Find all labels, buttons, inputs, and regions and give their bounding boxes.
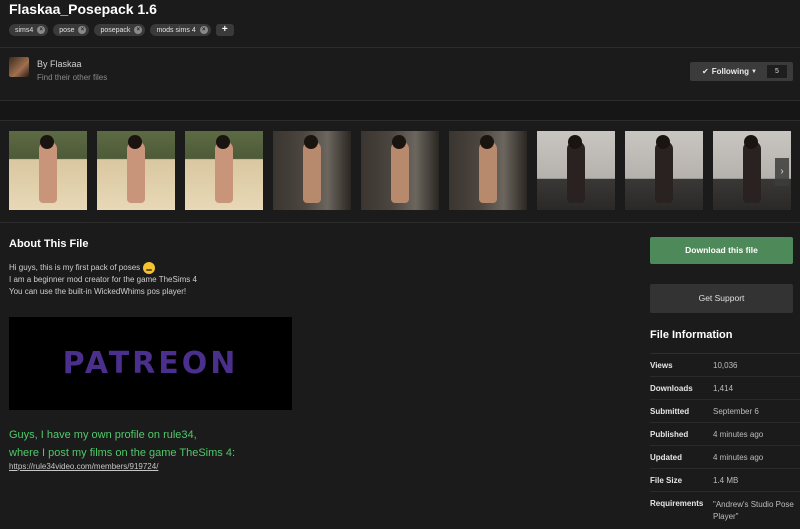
info-label: Published xyxy=(650,429,689,439)
tag-pose[interactable]: pose × xyxy=(53,24,90,36)
description-line: I am a beginner mod creator for the game… xyxy=(9,275,197,285)
screenshot-gallery xyxy=(9,131,800,210)
info-label: Requirements xyxy=(650,499,704,508)
figure-shape xyxy=(655,141,673,203)
gallery-thumbnail[interactable] xyxy=(537,131,615,210)
info-value: September 6 xyxy=(713,406,759,416)
gallery-next-button[interactable]: › xyxy=(775,158,789,186)
download-button[interactable]: Download this file xyxy=(650,237,793,264)
page-title: Flaskaa_Posepack 1.6 xyxy=(9,1,157,17)
check-icon: ✔ xyxy=(702,67,709,76)
info-value: 10,036 xyxy=(713,360,738,370)
figure-shape xyxy=(743,141,761,203)
file-info-table: Views 10,036 Downloads 1,414 Submitted Sept… xyxy=(650,353,800,529)
remove-tag-icon[interactable]: × xyxy=(37,26,46,34)
section-band xyxy=(0,100,800,120)
file-info-heading: File Information xyxy=(650,329,733,341)
info-label: File Size xyxy=(650,475,683,485)
remove-tag-icon[interactable]: × xyxy=(134,26,143,34)
profile-link[interactable]: https://rule34video.com/members/919724/ xyxy=(9,462,158,471)
info-row-requirements: Requirements "Andrew's Studio Pose Player… xyxy=(650,491,800,529)
tag-posepack[interactable]: posepack × xyxy=(94,24,146,36)
figure-shape xyxy=(479,141,497,203)
info-label: Submitted xyxy=(650,406,690,416)
tag-label: posepack xyxy=(100,26,131,34)
info-row-file-size: File Size 1.4 MB xyxy=(650,468,800,491)
figure-head xyxy=(744,135,758,149)
figure-shape xyxy=(39,141,57,203)
info-value[interactable]: "Andrew's Studio Pose Player" xyxy=(713,499,795,523)
figure-head xyxy=(568,135,582,149)
divider xyxy=(0,100,800,101)
avatar[interactable] xyxy=(9,57,29,77)
info-row-views: Views 10,036 xyxy=(650,353,800,376)
info-value: 1.4 MB xyxy=(713,475,739,485)
description-line: Hi guys, this is my first pack of poses xyxy=(9,263,141,273)
add-tag-button[interactable]: + xyxy=(215,24,234,36)
figure-shape xyxy=(567,141,585,203)
gallery-thumbnail[interactable] xyxy=(449,131,527,210)
patreon-logo-text: PATREON xyxy=(62,346,239,381)
tag-label: mods sims 4 xyxy=(156,26,196,34)
figure-shape xyxy=(303,141,321,203)
divider xyxy=(0,47,800,48)
figure-shape xyxy=(391,141,409,203)
figure-head xyxy=(480,135,494,149)
gallery-thumbnail[interactable] xyxy=(9,131,87,210)
author-name[interactable]: By Flaskaa xyxy=(37,59,107,69)
gallery-thumbnail[interactable] xyxy=(97,131,175,210)
figure-head xyxy=(216,135,230,149)
info-row-downloads: Downloads 1,414 xyxy=(650,376,800,399)
figure-shape xyxy=(215,141,233,203)
figure-head xyxy=(656,135,670,149)
info-label: Updated xyxy=(650,452,682,462)
tag-list: sims4 × pose × posepack × mods sims 4 × + xyxy=(9,24,234,36)
description: Hi guys, this is my first pack of poses … xyxy=(9,262,197,298)
patreon-banner[interactable]: PATREON xyxy=(9,317,292,410)
tag-label: pose xyxy=(59,26,75,34)
smirk-emoji-icon xyxy=(143,262,156,274)
divider xyxy=(0,222,800,223)
figure-head xyxy=(40,135,54,149)
remove-tag-icon[interactable]: × xyxy=(199,26,208,34)
description-line: You can use the built-in WickedWhims pos… xyxy=(9,287,187,297)
remove-tag-icon[interactable]: × xyxy=(78,26,87,34)
gallery-thumbnail[interactable] xyxy=(361,131,439,210)
chevron-down-icon: ▼ xyxy=(751,68,757,75)
divider xyxy=(0,120,800,121)
author-other-files-link[interactable]: Find their other files xyxy=(37,73,107,82)
follow-button[interactable]: ✔ Following ▼ 5 xyxy=(690,62,793,81)
tag-sims4[interactable]: sims4 × xyxy=(9,24,49,36)
figure-head xyxy=(392,135,406,149)
info-row-updated: Updated 4 minutes ago xyxy=(650,445,800,468)
info-label: Downloads xyxy=(650,383,693,393)
info-value: 4 minutes ago xyxy=(713,429,764,439)
gallery-thumbnail[interactable] xyxy=(185,131,263,210)
tag-mods-sims-4[interactable]: mods sims 4 × xyxy=(150,24,211,36)
about-heading: About This File xyxy=(9,238,89,250)
gallery-thumbnail[interactable] xyxy=(625,131,703,210)
profile-note: Guys, I have my own profile on rule34, w… xyxy=(9,426,235,462)
follower-count: 5 xyxy=(767,65,787,78)
author-block: By Flaskaa Find their other files xyxy=(9,57,107,82)
info-row-published: Published 4 minutes ago xyxy=(650,422,800,445)
info-value: 4 minutes ago xyxy=(713,452,764,462)
info-label: Views xyxy=(650,360,673,370)
get-support-button[interactable]: Get Support xyxy=(650,284,793,313)
note-line: where I post my films on the game TheSim… xyxy=(9,447,235,459)
info-row-submitted: Submitted September 6 xyxy=(650,399,800,422)
figure-head xyxy=(128,135,142,149)
follow-label: Following xyxy=(711,67,750,76)
figure-shape xyxy=(127,141,145,203)
info-value: 1,414 xyxy=(713,383,734,393)
note-line: Guys, I have my own profile on rule34, xyxy=(9,429,197,441)
tag-label: sims4 xyxy=(15,26,34,34)
figure-head xyxy=(304,135,318,149)
gallery-thumbnail[interactable] xyxy=(273,131,351,210)
